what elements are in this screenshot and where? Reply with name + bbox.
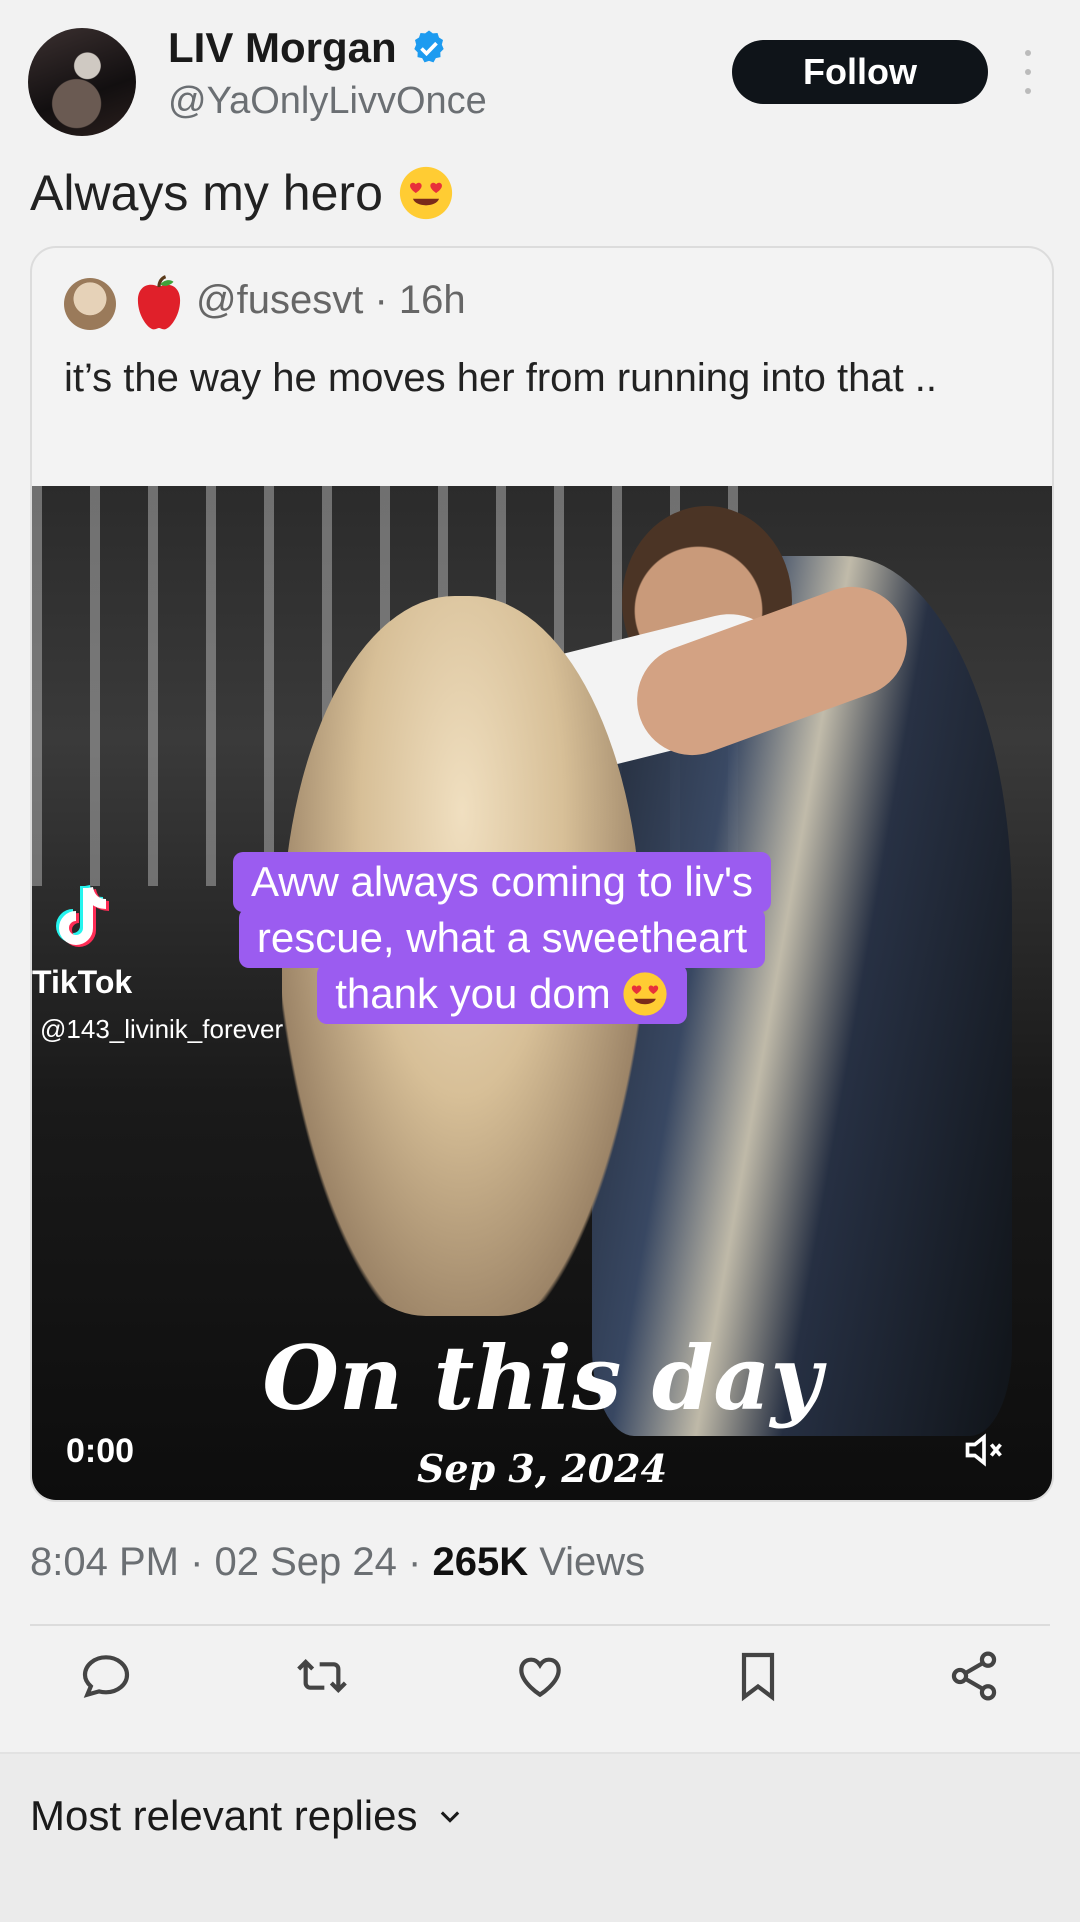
like-icon[interactable]	[512, 1648, 568, 1704]
video-caption: Aww always coming to liv's rescue, what …	[192, 852, 812, 1024]
tiktok-logo-icon	[56, 884, 110, 947]
replies-sort-label[interactable]: Most relevant replies	[30, 1792, 418, 1840]
views-count: 265K	[432, 1540, 529, 1584]
share-icon[interactable]	[946, 1648, 1002, 1704]
quoted-tweet-card[interactable]: @fusesvt · 16h it’s the way he moves her…	[30, 246, 1054, 1502]
chevron-down-icon[interactable]	[436, 1802, 464, 1830]
apple-emoji-icon	[137, 275, 181, 330]
profile-handle[interactable]: @YaOnlyLivvOnce	[168, 80, 487, 123]
quoted-handle-time[interactable]: @fusesvt · 16h	[196, 278, 466, 323]
quoted-avatar[interactable]	[64, 278, 116, 330]
video-overlay-title: On this day	[262, 1326, 822, 1430]
reply-icon[interactable]	[78, 1648, 134, 1704]
verified-badge-icon	[414, 30, 444, 63]
tweet-timestamp: 8:04 PM · 02 Sep 24 ·	[30, 1540, 433, 1584]
views-label: Views	[528, 1540, 646, 1584]
video-timecode: 0:00	[66, 1432, 135, 1470]
divider	[30, 1624, 1050, 1626]
video-player[interactable]: TikTok @143_livinik_forever Aww always c…	[32, 486, 1052, 1500]
profile-name-row[interactable]: LIV Morgan	[168, 24, 449, 72]
mute-icon[interactable]	[962, 1428, 1006, 1472]
caption-line-3: thank you dom	[335, 970, 611, 1017]
video-overlay-date: Sep 3, 2024	[416, 1446, 668, 1491]
more-options-icon[interactable]	[1018, 50, 1038, 94]
follow-button[interactable]: Follow	[732, 40, 988, 104]
caption-line-2: rescue, what a sweetheart	[238, 908, 766, 968]
bookmark-icon[interactable]	[730, 1648, 786, 1704]
profile-name[interactable]: LIV Morgan	[168, 24, 397, 72]
caption-line-3-wrap: thank you dom	[317, 964, 687, 1024]
heart-eyes-emoji-icon	[623, 972, 667, 1016]
tweet-text-row: Always my hero	[30, 164, 455, 222]
quoted-text: it’s the way he moves her from running i…	[64, 356, 938, 400]
avatar[interactable]	[28, 28, 136, 136]
tweet-meta: 8:04 PM · 02 Sep 24 · 265K Views	[30, 1540, 645, 1585]
heart-eyes-emoji-icon	[399, 166, 452, 220]
action-bar	[0, 1648, 1080, 1728]
caption-line-1: Aww always coming to liv's	[232, 852, 772, 912]
tiktok-brand-label: TikTok	[32, 964, 133, 1000]
replies-sort-dropdown[interactable]: Most relevant replies	[30, 1792, 464, 1840]
tweet-text: Always my hero	[30, 165, 383, 221]
retweet-icon[interactable]	[294, 1648, 350, 1704]
